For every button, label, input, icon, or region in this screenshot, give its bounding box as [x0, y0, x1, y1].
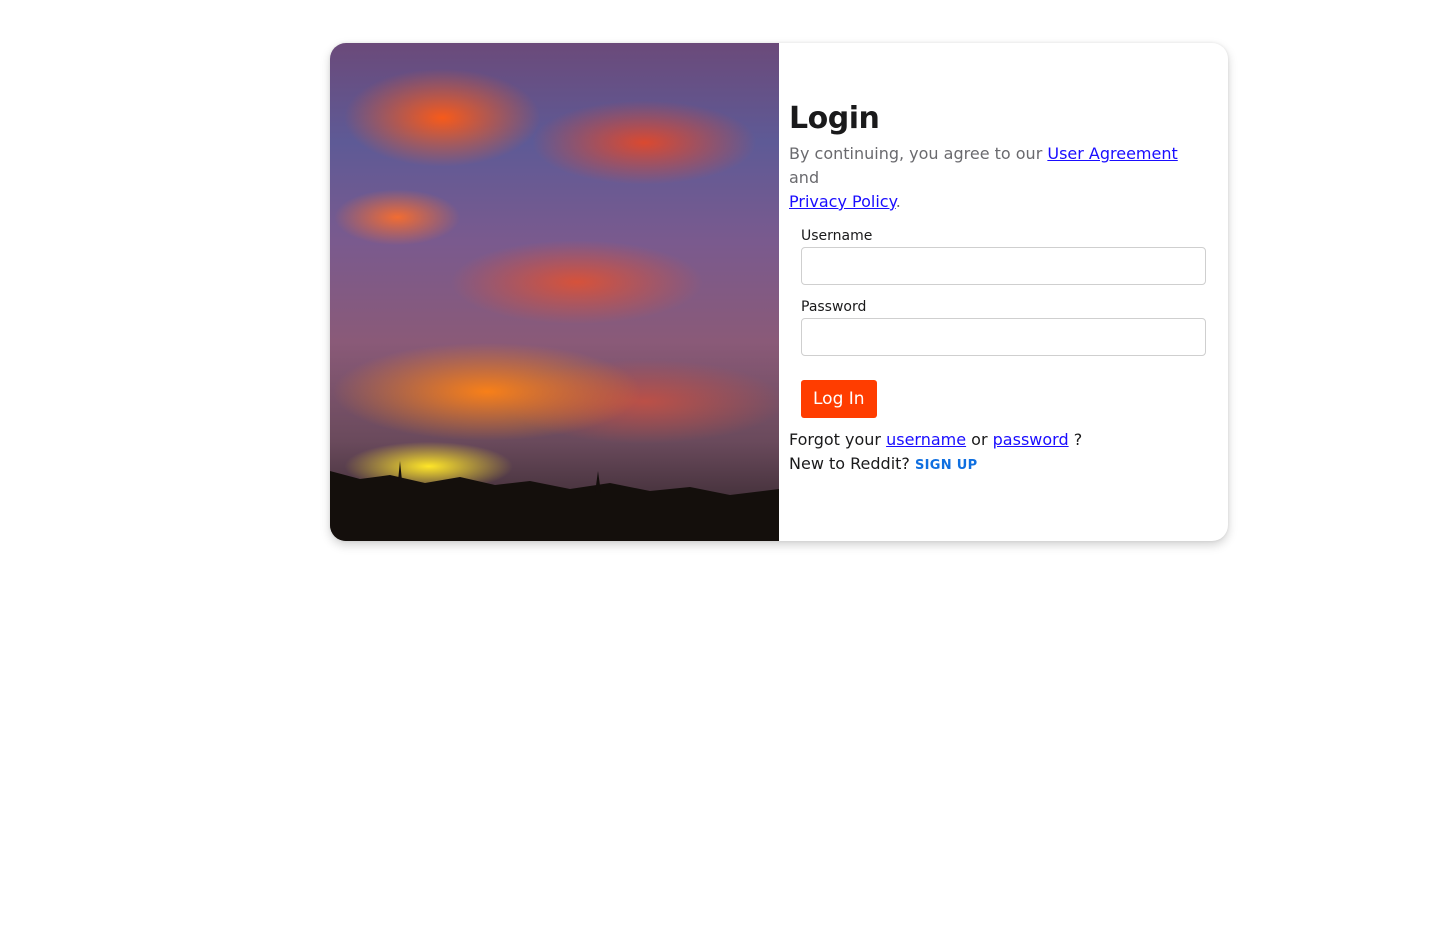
signup-line: New to Reddit? SIGN UP: [789, 452, 1208, 478]
login-card: Login By continuing, you agree to our Us…: [330, 43, 1228, 541]
password-label: Password: [801, 299, 867, 315]
username-label: Username: [801, 228, 873, 244]
mountain-silhouette: [330, 461, 779, 541]
sunset-hero-image: [330, 43, 779, 541]
forgot-or: or: [966, 430, 993, 449]
forgot-suffix: ?: [1068, 430, 1083, 449]
forgot-password-link[interactable]: password: [993, 430, 1069, 449]
agreement-suffix: .: [895, 192, 901, 211]
privacy-policy-link[interactable]: Privacy Policy: [789, 192, 896, 211]
login-fields: Username Password Log In: [801, 228, 1208, 418]
login-form-panel: Login By continuing, you agree to our Us…: [779, 43, 1228, 541]
agreement-prefix: By continuing, you agree to our: [789, 144, 1048, 163]
username-input[interactable]: [801, 247, 1206, 285]
forgot-prefix: Forgot your: [789, 430, 887, 449]
page-title: Login: [789, 101, 880, 136]
new-user-prefix: New to Reddit?: [789, 454, 915, 473]
signup-link[interactable]: SIGN UP: [915, 458, 977, 473]
login-button[interactable]: Log In: [801, 380, 877, 418]
forgot-username-link[interactable]: username: [886, 430, 966, 449]
forgot-line: Forgot your username or password ?: [789, 428, 1208, 452]
password-input[interactable]: [801, 318, 1206, 356]
help-links: Forgot your username or password ? New t…: [789, 428, 1208, 478]
user-agreement-link[interactable]: User Agreement: [1047, 144, 1177, 163]
agreement-middle: and: [789, 168, 820, 187]
agreement-text: By continuing, you agree to our User Agr…: [789, 142, 1208, 214]
